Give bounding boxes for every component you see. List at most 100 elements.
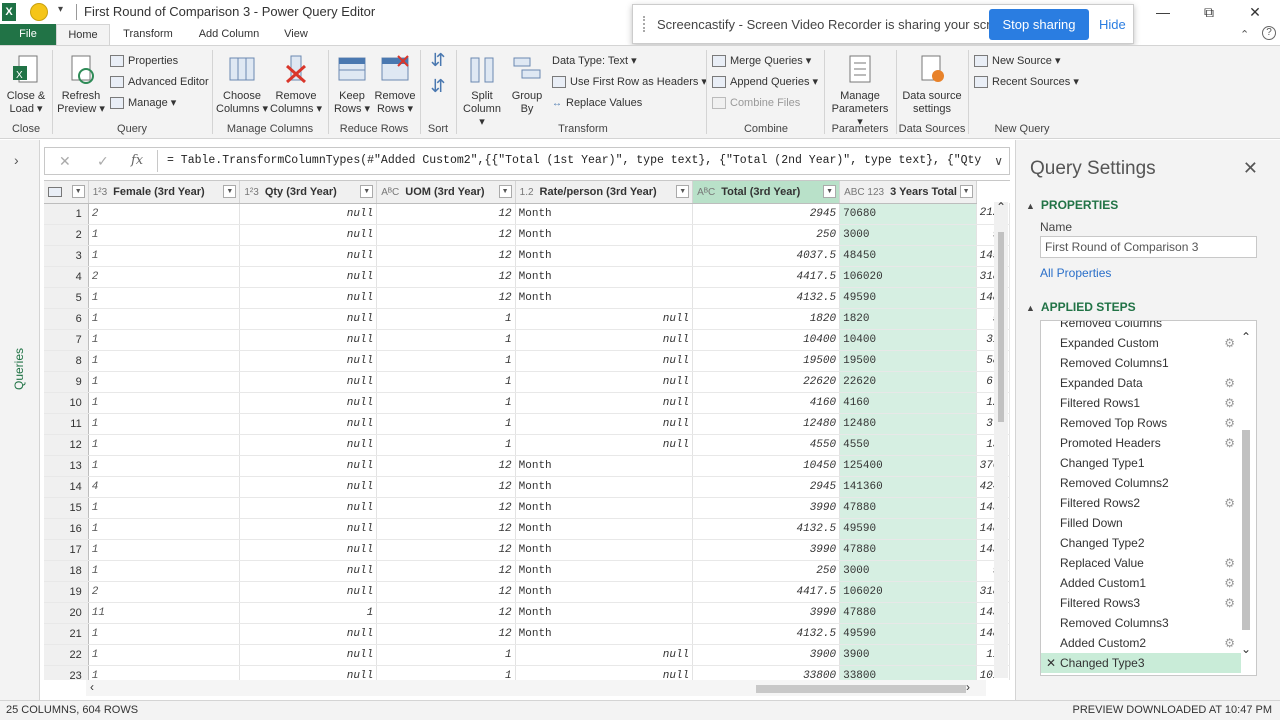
table-cell[interactable]: null bbox=[239, 623, 378, 645]
table-row[interactable]: 81null1null1950019500585 bbox=[44, 350, 1010, 372]
table-cell[interactable]: 4160 bbox=[839, 392, 977, 414]
tab-home[interactable]: Home bbox=[56, 24, 110, 46]
table-row[interactable]: 61null1null1820182054 bbox=[44, 308, 1010, 330]
table-row[interactable]: 1 2 null 12 Month 2945 70680 2120 bbox=[44, 203, 1010, 225]
table-cell[interactable]: 70680 bbox=[839, 203, 977, 225]
applied-step[interactable]: Changed Type2 bbox=[1041, 533, 1241, 553]
tab-file[interactable]: File bbox=[0, 24, 56, 46]
gear-icon[interactable]: ⚙ bbox=[1224, 553, 1235, 573]
whole-number-type-icon[interactable]: 1²3 bbox=[93, 187, 107, 198]
table-cell[interactable]: 1 bbox=[88, 518, 241, 540]
applied-step[interactable]: Filled Down bbox=[1041, 513, 1241, 533]
table-cell[interactable]: 12 bbox=[376, 245, 516, 267]
recent-sources-button[interactable]: Recent Sources ▾ bbox=[974, 73, 1079, 91]
table-cell[interactable]: 1 bbox=[88, 224, 241, 246]
column-header[interactable]: ABC 123 3 Years Total ▼ bbox=[839, 181, 977, 204]
query-name-input[interactable]: First Round of Comparison 3 bbox=[1040, 236, 1257, 258]
table-cell[interactable]: 10400 bbox=[839, 329, 977, 351]
table-row[interactable]: 20 11 1 12 Month 3990 47880 1436 bbox=[44, 602, 1010, 624]
table-cell[interactable]: 49590 bbox=[839, 623, 977, 645]
scroll-left-icon[interactable]: ‹ bbox=[90, 680, 94, 694]
table-cell[interactable]: 1 bbox=[88, 371, 241, 393]
table-cell[interactable]: 1 bbox=[88, 329, 241, 351]
help-icon[interactable]: ? bbox=[1262, 26, 1276, 40]
applied-step[interactable]: Filtered Rows1 ⚙ bbox=[1041, 393, 1241, 413]
scroll-thumb[interactable] bbox=[756, 685, 966, 693]
table-cell[interactable]: 33800 bbox=[692, 665, 841, 680]
gear-icon[interactable]: ⚙ bbox=[1224, 633, 1235, 653]
table-cell[interactable]: Month bbox=[515, 455, 694, 477]
table-cell[interactable]: Month bbox=[515, 203, 694, 225]
table-cell[interactable]: 11 bbox=[88, 602, 241, 624]
table-cell[interactable]: 12 bbox=[376, 476, 516, 498]
chevron-down-icon[interactable]: ▼ bbox=[676, 185, 690, 198]
table-cell[interactable]: 4 bbox=[88, 476, 241, 498]
table-cell[interactable]: Month bbox=[515, 518, 694, 540]
gear-icon[interactable]: ⚙ bbox=[1224, 413, 1235, 433]
text-type-icon[interactable]: AᴮC bbox=[381, 187, 399, 198]
gear-icon[interactable]: ⚙ bbox=[1224, 573, 1235, 593]
table-cell[interactable]: 4132.5 bbox=[692, 518, 841, 540]
table-cell[interactable]: 1 bbox=[239, 602, 378, 624]
table-cell[interactable]: 3900 bbox=[692, 644, 841, 666]
collapse-triangle-icon[interactable]: ▲ bbox=[1026, 303, 1035, 313]
table-cell[interactable]: null bbox=[239, 518, 378, 540]
table-cell[interactable]: 125400 bbox=[839, 455, 977, 477]
table-cell[interactable]: 12 bbox=[376, 539, 516, 561]
scroll-up-icon[interactable]: ⌃ bbox=[996, 200, 1006, 214]
table-cell[interactable]: 1820 bbox=[692, 308, 841, 330]
table-cell[interactable]: 12 bbox=[376, 518, 516, 540]
table-cell[interactable]: 3990 bbox=[692, 539, 841, 561]
applied-step[interactable]: Promoted Headers ⚙ bbox=[1041, 433, 1241, 453]
chevron-down-icon[interactable]: ▼ bbox=[959, 185, 973, 198]
delete-step-icon[interactable]: ✕ bbox=[1046, 653, 1056, 673]
table-cell[interactable]: 1 bbox=[88, 665, 241, 680]
table-cell[interactable]: null bbox=[239, 539, 378, 561]
new-source-button[interactable]: New Source ▾ bbox=[974, 52, 1061, 70]
formula-input[interactable]: = Table.TransformColumnTypes(#"Added Cus… bbox=[167, 154, 987, 167]
table-cell[interactable]: 4550 bbox=[692, 434, 841, 456]
table-cell[interactable]: null bbox=[515, 329, 694, 351]
whole-number-type-icon[interactable]: 1²3 bbox=[244, 187, 258, 198]
table-cell[interactable]: Month bbox=[515, 560, 694, 582]
applied-step[interactable]: Removed Columns3 bbox=[1041, 613, 1241, 633]
table-cell[interactable]: null bbox=[239, 203, 378, 225]
column-header[interactable]: AᴮC UOM (3rd Year) ▼ bbox=[376, 181, 516, 204]
properties-button[interactable]: Properties bbox=[110, 52, 178, 70]
table-cell[interactable]: null bbox=[239, 476, 378, 498]
table-row[interactable]: 13 1 null 12 Month 10450 125400 3762 bbox=[44, 455, 1010, 477]
table-row[interactable]: 21 1 null 12 Month 4132.5 49590 1487 bbox=[44, 623, 1010, 645]
table-cell[interactable]: 4550 bbox=[839, 434, 977, 456]
data-type-dropdown[interactable]: Data Type: Text ▾ bbox=[552, 52, 637, 70]
applied-step[interactable]: Changed Type1 bbox=[1041, 453, 1241, 473]
table-row[interactable]: 71null1null1040010400312 bbox=[44, 329, 1010, 351]
table-row[interactable]: 16 1 null 12 Month 4132.5 49590 1487 bbox=[44, 518, 1010, 540]
table-cell[interactable]: null bbox=[239, 455, 378, 477]
tab-view[interactable]: View bbox=[276, 24, 316, 46]
table-cell[interactable]: 33800 bbox=[839, 665, 977, 680]
table-cell[interactable]: 4037.5 bbox=[692, 245, 841, 267]
applied-step[interactable]: Filtered Rows2 ⚙ bbox=[1041, 493, 1241, 513]
table-row[interactable]: 14 4 null 12 Month 2945 141360 4240 bbox=[44, 476, 1010, 498]
append-queries-button[interactable]: Append Queries ▾ bbox=[712, 73, 818, 91]
table-cell[interactable]: 12 bbox=[376, 203, 516, 225]
applied-step[interactable]: Removed Columns2 bbox=[1041, 473, 1241, 493]
table-cell[interactable]: 3900 bbox=[839, 644, 977, 666]
table-row[interactable]: 23 1 null 1 null 33800 33800 1014 bbox=[44, 665, 1010, 680]
table-cell[interactable]: 3990 bbox=[692, 602, 841, 624]
table-cell[interactable]: 1 bbox=[376, 350, 516, 372]
applied-step[interactable]: Filtered Rows3 ⚙ bbox=[1041, 593, 1241, 613]
applied-step[interactable]: Expanded Data ⚙ bbox=[1041, 373, 1241, 393]
table-cell[interactable]: 1 bbox=[376, 392, 516, 414]
column-header-selected[interactable]: AᴮC Total (3rd Year) ▼ bbox=[692, 181, 841, 204]
chevron-down-icon[interactable]: ▼ bbox=[498, 185, 512, 198]
tab-add-column[interactable]: Add Column bbox=[190, 24, 268, 46]
table-cell[interactable]: 1 bbox=[88, 539, 241, 561]
table-cell[interactable]: null bbox=[239, 287, 378, 309]
queries-pane-label[interactable]: Queries bbox=[12, 348, 26, 390]
table-cell[interactable]: 4160 bbox=[692, 392, 841, 414]
table-cell[interactable]: Month bbox=[515, 497, 694, 519]
table-cell[interactable]: 1820 bbox=[839, 308, 977, 330]
table-cell[interactable]: 12480 bbox=[692, 413, 841, 435]
confirm-icon[interactable]: ✓ bbox=[97, 153, 109, 170]
